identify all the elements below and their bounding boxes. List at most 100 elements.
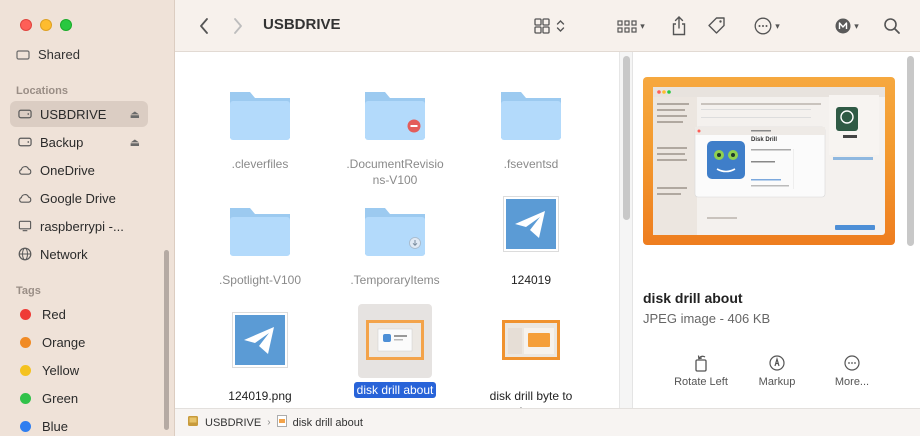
drive-icon <box>18 135 32 149</box>
telegram-image-thumbnail <box>495 194 567 266</box>
file-item-folder[interactable]: .cleverfiles <box>192 78 328 172</box>
sidebar-item-onedrive[interactable]: OneDrive <box>10 157 148 183</box>
tag-color-dot <box>20 336 31 348</box>
file-item-folder[interactable]: .TemporaryItems <box>327 194 463 288</box>
chevron-down-icon: ▾ <box>854 20 859 31</box>
account-menu-button[interactable]: ▾ <box>829 13 865 39</box>
sidebar-item-backup[interactable]: Backup ⏏ <box>10 129 148 155</box>
sidebar-item-raspberrypi[interactable]: raspberrypi -... <box>10 213 148 239</box>
sidebar-tag-yellow[interactable]: Yellow <box>10 357 148 383</box>
search-button[interactable] <box>881 13 903 39</box>
sidebar-tag-label: Blue <box>42 418 69 434</box>
tag-color-dot <box>20 420 31 432</box>
drive-icon <box>18 107 32 121</box>
up-down-chevron-icon <box>556 20 564 32</box>
eject-icon[interactable]: ⏏ <box>130 136 140 149</box>
file-grid: .cleverfiles .DocumentRevisions-V100 .fs… <box>175 52 620 408</box>
chevron-right-icon <box>234 18 242 34</box>
file-name: .Spotlight-V100 <box>218 273 302 287</box>
preview-actions: Rotate Left Markup More... <box>633 340 920 400</box>
preview-subtitle: JPEG image - 406 KB <box>643 311 771 326</box>
sidebar-item-label: Shared <box>38 46 80 62</box>
account-avatar-icon <box>835 18 851 34</box>
sidebar-item-google-drive[interactable]: Google Drive <box>10 185 148 211</box>
chevron-down-icon: ▾ <box>775 20 780 31</box>
file-name-selected[interactable]: disk drill about <box>353 382 437 398</box>
sidebar-tag-green[interactable]: Green <box>10 385 148 411</box>
view-mode-button[interactable] <box>529 13 569 39</box>
markup-button[interactable]: Markup <box>742 340 812 388</box>
file-name: .fseventsd <box>503 157 559 171</box>
sidebar-item-shared[interactable]: Shared <box>16 46 80 62</box>
folder-icon <box>224 78 296 150</box>
scrollbar-thumb[interactable] <box>623 56 630 220</box>
grid-view-icon <box>533 18 550 34</box>
search-icon <box>884 18 900 34</box>
chevron-left-icon <box>200 18 208 34</box>
no-entry-badge-icon <box>407 119 421 133</box>
screenshot-thumbnail <box>358 304 432 378</box>
file-item-image[interactable]: disk drill byte to byte <box>463 310 599 408</box>
group-by-button[interactable]: ▾ <box>611 13 651 39</box>
telegram-image-thumbnail <box>224 310 296 382</box>
eject-icon[interactable]: ⏏ <box>130 108 140 121</box>
markup-icon <box>769 355 785 371</box>
sidebar-scrollbar[interactable] <box>164 250 169 430</box>
share-icon <box>672 16 686 36</box>
preview-title: disk drill about <box>643 290 743 306</box>
cloud-icon <box>18 191 32 205</box>
file-item-image-selected[interactable]: disk drill about <box>327 304 463 398</box>
globe-icon <box>18 247 32 261</box>
more-button[interactable]: More... <box>817 340 887 388</box>
file-item-image[interactable]: 124019.png <box>192 310 328 404</box>
tag-color-dot <box>20 308 31 320</box>
forward-button[interactable] <box>227 13 249 39</box>
sidebar-item-usbdrive[interactable]: USBDRIVE ⏏ <box>10 101 148 127</box>
sidebar-tag-orange[interactable]: Orange <box>10 329 148 355</box>
sidebar-tag-blue[interactable]: Blue <box>10 413 148 436</box>
file-item-image[interactable]: 124019 <box>463 194 599 288</box>
cloud-icon <box>18 163 32 177</box>
file-item-folder[interactable]: .DocumentRevisions-V100 <box>327 78 463 188</box>
rotate-left-button[interactable]: Rotate Left <box>666 340 736 388</box>
screenshot-thumbnail <box>495 310 567 382</box>
preview-pane: Disk Drill disk drill about JPEG image -… <box>633 52 920 408</box>
file-icon <box>276 415 287 430</box>
folder-icon <box>359 194 431 266</box>
more-label: More... <box>834 376 870 388</box>
file-grid-scrollbar[interactable] <box>619 52 633 408</box>
preview-image: Disk Drill <box>643 77 895 245</box>
file-name: 124019.png <box>228 389 292 403</box>
display-icon <box>18 219 32 233</box>
minimize-window-button[interactable] <box>40 19 52 31</box>
sidebar-tag-label: Green <box>42 390 79 406</box>
folder-icon <box>495 78 567 150</box>
sidebar-item-network[interactable]: Network <box>10 241 148 267</box>
back-button[interactable] <box>193 13 215 39</box>
sidebar-tag-label: Orange <box>42 334 86 350</box>
sidebar-tag-label: Yellow <box>42 362 80 378</box>
path-segment-root[interactable]: USBDRIVE <box>205 417 261 429</box>
file-item-folder[interactable]: .fseventsd <box>463 78 599 172</box>
tag-icon <box>708 17 725 34</box>
sidebar-item-label: Backup <box>40 134 84 150</box>
preview-scrollbar[interactable] <box>907 56 914 246</box>
action-menu-button[interactable]: ▾ <box>747 13 787 39</box>
file-name: .cleverfiles <box>231 157 289 171</box>
markup-label: Markup <box>758 376 796 388</box>
tags-button[interactable] <box>705 13 729 39</box>
sidebar: Shared Locations USBDRIVE ⏏ Backup ⏏ One… <box>0 0 175 436</box>
tag-color-dot <box>20 392 31 404</box>
close-window-button[interactable] <box>20 19 32 31</box>
window-controls <box>20 19 72 31</box>
group-grid-icon <box>617 20 637 33</box>
maximize-window-button[interactable] <box>60 19 72 31</box>
file-item-folder[interactable]: .Spotlight-V100 <box>192 194 328 288</box>
tag-color-dot <box>20 364 31 376</box>
share-button[interactable] <box>667 13 691 39</box>
rotate-left-label: Rotate Left <box>674 376 728 388</box>
file-name: disk drill about <box>327 382 463 398</box>
sidebar-tag-red[interactable]: Red <box>10 301 148 327</box>
path-segment-current[interactable]: disk drill about <box>293 417 363 429</box>
sidebar-item-label: USBDRIVE <box>40 106 107 122</box>
